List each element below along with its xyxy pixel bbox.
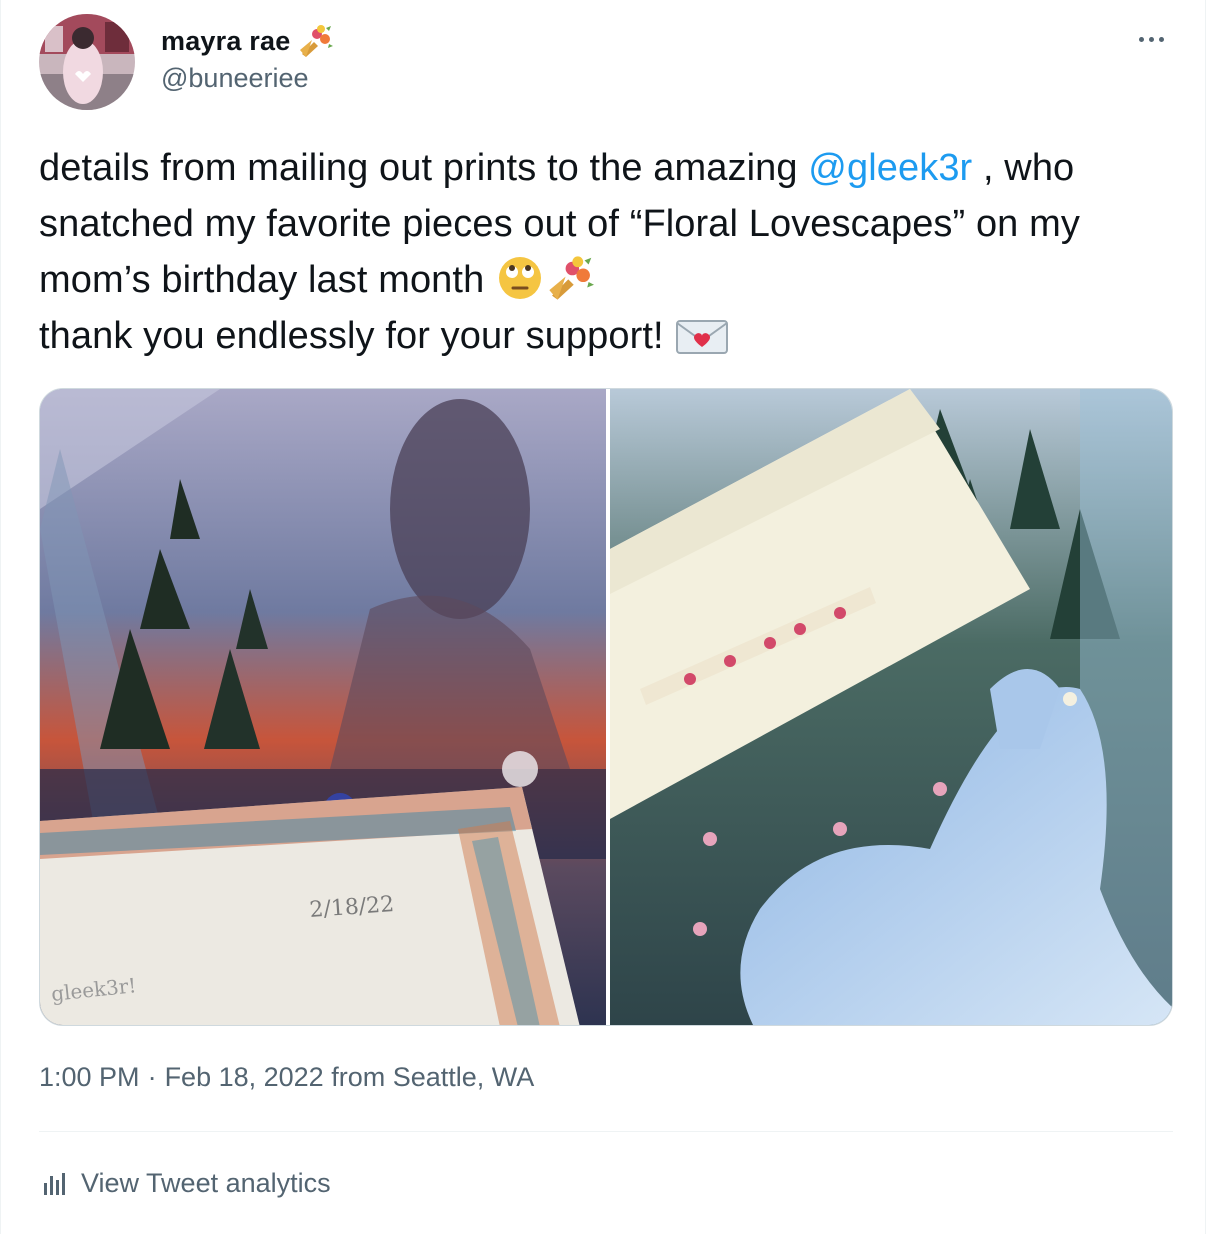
- more-options-button[interactable]: [1129, 24, 1173, 54]
- divider: [39, 1131, 1173, 1132]
- more-dot-icon: [1138, 36, 1144, 42]
- tweet-location: from Seattle, WA: [331, 1062, 535, 1092]
- face-with-rolling-eyes-icon: [498, 257, 541, 299]
- display-name[interactable]: mayra rae: [161, 26, 290, 57]
- tweet-date-link[interactable]: Feb 18, 2022: [165, 1062, 324, 1092]
- more-dot-icon: [1158, 36, 1164, 42]
- love-letter-icon: [676, 320, 729, 354]
- tweet-meta: 1:00 PM · Feb 18, 2022 from Seattle, WA: [39, 1062, 534, 1093]
- author-handle[interactable]: @buneeriee: [161, 63, 309, 94]
- tweet-text-part1: details from mailing out prints to the a…: [39, 147, 809, 189]
- media-grid[interactable]: 2/18/22 gleek3r!: [39, 388, 1173, 1026]
- bouquet-icon: [300, 25, 334, 57]
- avatar[interactable]: [39, 14, 135, 110]
- analytics-label: View Tweet analytics: [81, 1168, 331, 1198]
- author-name-row[interactable]: mayra rae: [161, 24, 334, 58]
- more-dot-icon: [1148, 36, 1154, 42]
- tweet-text: details from mailing out prints to the a…: [39, 140, 1174, 364]
- bouquet-icon: [549, 256, 594, 300]
- mention-link[interactable]: @gleek3r: [808, 147, 972, 189]
- view-analytics-button[interactable]: View Tweet analytics: [39, 1168, 331, 1199]
- tweet-time-link[interactable]: 1:00 PM: [39, 1062, 140, 1092]
- photo-right[interactable]: [610, 389, 1172, 1025]
- meta-separator: ·: [147, 1062, 157, 1092]
- tweet-card: mayra rae @buneeriee details from mailin…: [0, 0, 1206, 1234]
- tweet-text-part3: thank you endlessly for your support!: [39, 315, 675, 357]
- photo-left[interactable]: 2/18/22 gleek3r!: [40, 389, 606, 1025]
- analytics-icon: [44, 1172, 65, 1195]
